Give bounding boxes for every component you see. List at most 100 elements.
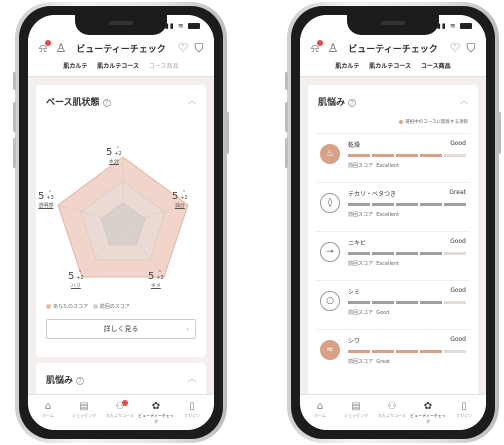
tab-skin-chart[interactable]: 肌カルテ bbox=[335, 63, 359, 70]
metric-name[interactable]: 油分 bbox=[172, 202, 188, 209]
collapse-icon[interactable]: ︿ bbox=[460, 95, 468, 106]
metric-score: 5 bbox=[68, 271, 75, 282]
concern-row[interactable]: ⊸ ニキビ Good 前回スコア Excellent bbox=[316, 231, 470, 279]
battery-icon bbox=[188, 23, 200, 29]
score-segment bbox=[348, 301, 370, 304]
concern-prev-score: 前回スコア Good bbox=[348, 309, 389, 316]
prev-score-label: 前回スコア bbox=[348, 359, 374, 365]
heart-icon[interactable]: ♡ bbox=[448, 41, 462, 55]
score-segment bbox=[396, 350, 418, 353]
metric-name[interactable]: 透明感 bbox=[38, 202, 54, 209]
score-segment bbox=[396, 252, 418, 255]
tab-skin-chart-course[interactable]: 肌カルテコース bbox=[369, 63, 411, 70]
cart-icon[interactable]: ⛉ bbox=[464, 41, 478, 55]
nav-home[interactable]: ⌂ ホーム bbox=[302, 401, 338, 419]
beauty-check-icon: ✿ bbox=[423, 401, 433, 412]
nav-label: マガジン bbox=[456, 413, 472, 418]
base-skin-card: ベース肌状態? ︿ 5 ⌃ +2 水分 5 ⌃ +2 油分 5 ⌃ +2 キメ … bbox=[36, 85, 206, 357]
legend-dot-prev bbox=[92, 304, 98, 309]
see-details-label: 詳しく見る bbox=[103, 325, 139, 333]
tab-course-products[interactable]: コース商品 bbox=[421, 63, 451, 70]
prev-score-value: Excellent bbox=[376, 261, 400, 267]
concern-name: ニキビ bbox=[348, 240, 367, 247]
metric-score: 5 bbox=[148, 271, 155, 282]
score-segment bbox=[420, 350, 442, 353]
nav-beauty-check[interactable]: ✿ ビューティーチェック bbox=[138, 401, 174, 425]
cart-icon[interactable]: ⛉ bbox=[192, 41, 206, 55]
nav-label: マガジン bbox=[184, 413, 200, 418]
metric-score: 5 bbox=[38, 191, 45, 202]
oil-drop-icon: ◊ bbox=[320, 193, 340, 213]
see-details-button[interactable]: 詳しく見る › bbox=[46, 319, 196, 339]
radar-legend: あなたのスコア 前回のスコア bbox=[46, 303, 130, 310]
concern-prev-score: 前回スコア Excellent bbox=[348, 260, 399, 267]
metric-name[interactable]: 水分 bbox=[106, 158, 122, 165]
metric-name[interactable]: ハリ bbox=[68, 282, 84, 289]
notch bbox=[347, 15, 439, 35]
phone-right: ▮▮ ≋ ⍾ ♙ ビューティーチェック ♡ ⛉ 肌カルテ 肌カルテコース コース… bbox=[285, 2, 501, 443]
score-segment bbox=[420, 203, 442, 206]
collapse-icon[interactable]: ︿ bbox=[188, 373, 196, 384]
collapse-icon[interactable]: ︿ bbox=[188, 95, 196, 106]
nav-course[interactable]: ⚇ おたよりコース bbox=[374, 401, 410, 419]
concern-score-bar bbox=[348, 350, 466, 353]
skin-concern-title: 肌悩み? bbox=[318, 95, 357, 108]
course-icon: ⚇ bbox=[115, 401, 125, 412]
score-segment bbox=[444, 203, 466, 206]
prev-score-value: Excellent bbox=[376, 212, 400, 218]
concern-score-bar bbox=[348, 154, 466, 157]
metric-firmness: 5 ⌃ +2 ハリ bbox=[68, 271, 84, 290]
metric-score: 5 bbox=[172, 191, 179, 202]
metric-oil: 5 ⌃ +2 油分 bbox=[172, 190, 188, 210]
help-icon[interactable]: ? bbox=[348, 98, 357, 107]
nav-course[interactable]: ⚇ おたよりコース bbox=[102, 400, 138, 419]
score-segment bbox=[372, 203, 394, 206]
volume-up-button bbox=[13, 102, 16, 132]
base-skin-title: ベース肌状態? bbox=[46, 95, 111, 108]
magazine-icon: ▯ bbox=[189, 401, 195, 412]
help-icon[interactable]: ? bbox=[102, 98, 111, 107]
concern-name: シワ bbox=[348, 338, 361, 345]
notification-dot bbox=[122, 400, 128, 406]
nav-magazine[interactable]: ▯ マガジン bbox=[174, 401, 210, 419]
heart-icon[interactable]: ♡ bbox=[176, 41, 190, 55]
score-segment bbox=[396, 301, 418, 304]
concern-row[interactable]: ◊ テカリ・ベタつき Great 前回スコア Excellent bbox=[316, 182, 470, 230]
nav-label: ビューティーチェック bbox=[138, 413, 174, 424]
concern-row[interactable]: ○ シミ Good 前回スコア Good bbox=[316, 280, 470, 328]
prev-score-value: Excellent bbox=[376, 163, 400, 169]
bottom-nav: ⌂ ホーム ▤ ショッピング ⚇ おたよりコース ✿ ビューティーチェック ▯ マガジン bbox=[28, 394, 214, 430]
metric-delta-value: +3 bbox=[46, 195, 54, 201]
base-skin-title-text: ベース肌状態 bbox=[46, 98, 100, 108]
concern-row[interactable]: ≈ シワ Good 前回スコア Great bbox=[316, 329, 470, 377]
power-button bbox=[226, 112, 229, 154]
nav-beauty-check[interactable]: ✿ ビューティーチェック bbox=[410, 401, 446, 425]
score-segment bbox=[348, 252, 370, 255]
metric-delta-value: +2 bbox=[180, 195, 188, 201]
score-segment bbox=[348, 350, 370, 353]
metric-delta: ⌃ +2 bbox=[180, 190, 188, 201]
prev-score-value: Great bbox=[376, 359, 391, 365]
concern-prev-score: 前回スコア Excellent bbox=[348, 162, 399, 169]
home-icon: ⌂ bbox=[44, 401, 52, 412]
status-icons: ▮▮ ≋ bbox=[165, 22, 200, 30]
app-screen: ▮▮ ≋ ⍾ ♙ ビューティーチェック ♡ ⛉ 肌カルテ 肌カルテコース コース… bbox=[28, 15, 214, 430]
nav-shopping[interactable]: ▤ ショッピング bbox=[338, 401, 374, 419]
metric-score: 5 bbox=[106, 147, 113, 158]
help-icon[interactable]: ? bbox=[76, 376, 85, 385]
concern-row[interactable]: ♨ 乾燥 Good 前回スコア Excellent bbox=[316, 133, 470, 181]
nav-magazine[interactable]: ▯ マガジン bbox=[446, 401, 482, 419]
metric-moisture: 5 ⌃ +2 水分 bbox=[106, 147, 122, 166]
metric-name[interactable]: キメ bbox=[148, 282, 164, 289]
metric-delta-value: +2 bbox=[76, 275, 84, 281]
nav-home[interactable]: ⌂ ホーム bbox=[30, 401, 66, 419]
tab-skin-chart-course[interactable]: 肌カルテコース bbox=[97, 63, 139, 70]
tab-skin-chart[interactable]: 肌カルテ bbox=[63, 63, 87, 70]
phone-left: ▮▮ ≋ ⍾ ♙ ビューティーチェック ♡ ⛉ 肌カルテ 肌カルテコース コース… bbox=[13, 2, 229, 443]
concern-value: Good bbox=[450, 238, 466, 245]
nav-shopping[interactable]: ▤ ショッピング bbox=[66, 401, 102, 419]
beauty-check-icon: ✿ bbox=[151, 401, 161, 412]
tab-course-products[interactable]: コース商品 bbox=[149, 63, 179, 70]
concern-score-bar bbox=[348, 301, 466, 304]
score-segment bbox=[372, 350, 394, 353]
